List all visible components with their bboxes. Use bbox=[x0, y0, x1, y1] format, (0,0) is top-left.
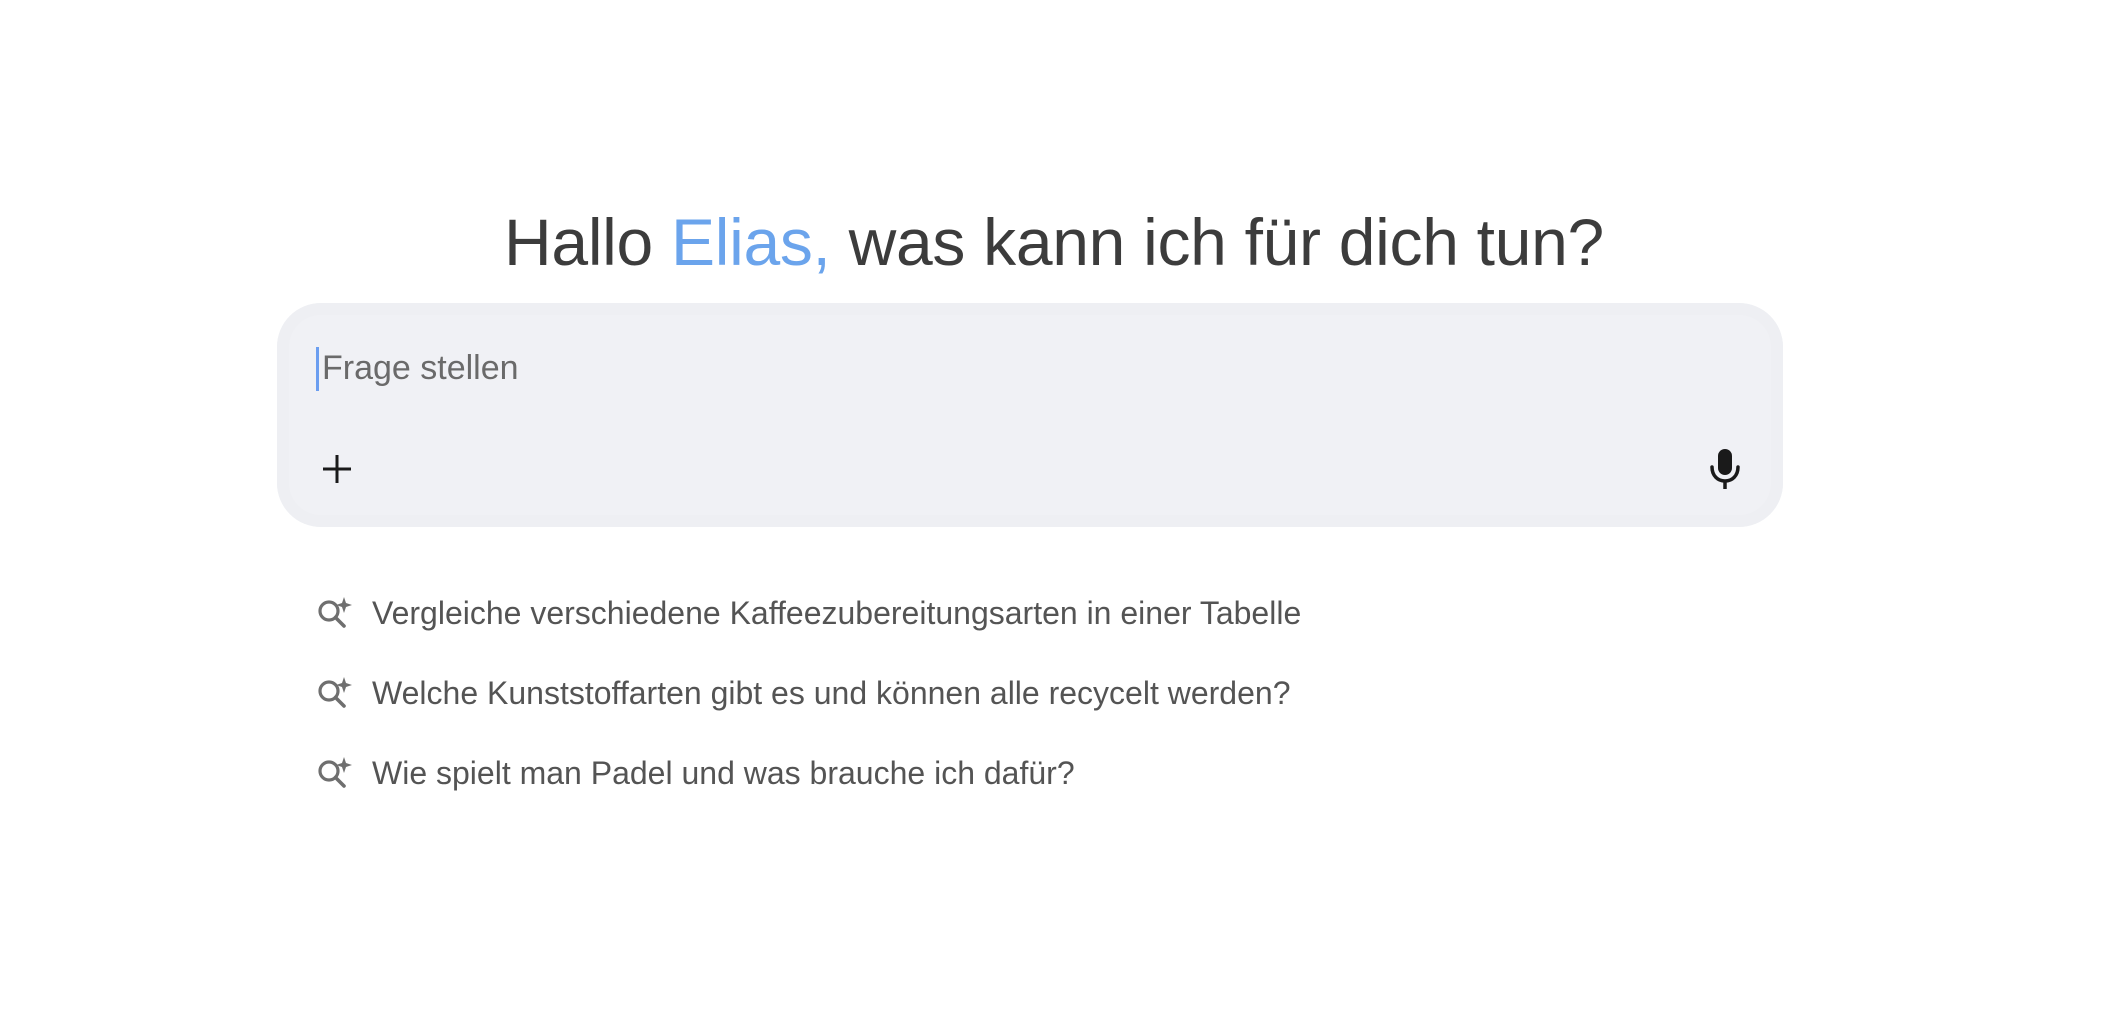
suggestion-text: Vergleiche verschiedene Kaffeezubereitun… bbox=[372, 594, 1302, 631]
prompt-composer bbox=[277, 303, 1783, 527]
search-sparkle-icon bbox=[314, 593, 354, 633]
suggestion-item[interactable]: Welche Kunststoffarten gibt es und könne… bbox=[314, 653, 1714, 733]
suggestion-text: Wie spielt man Padel und was brauche ich… bbox=[372, 754, 1075, 791]
search-sparkle-icon bbox=[314, 753, 354, 793]
greeting-prefix: Hallo bbox=[504, 205, 671, 280]
voice-input-button[interactable] bbox=[1695, 439, 1755, 499]
greeting-heading: Hallo Elias, was kann ich für dich tun? bbox=[0, 202, 2108, 282]
suggestion-item[interactable]: Vergleiche verschiedene Kaffeezubereitun… bbox=[314, 573, 1714, 653]
suggestion-list: Vergleiche verschiedene Kaffeezubereitun… bbox=[314, 573, 1714, 813]
plus-icon bbox=[323, 455, 351, 483]
page: Hallo Elias, was kann ich für dich tun? bbox=[0, 0, 2108, 1031]
add-attachment-button[interactable] bbox=[307, 439, 367, 499]
suggestion-item[interactable]: Wie spielt man Padel und was brauche ich… bbox=[314, 733, 1714, 813]
search-sparkle-icon bbox=[314, 673, 354, 713]
suggestion-text: Welche Kunststoffarten gibt es und könne… bbox=[372, 674, 1291, 711]
microphone-icon bbox=[1710, 449, 1740, 489]
prompt-input[interactable] bbox=[316, 343, 1722, 393]
greeting-suffix: was kann ich für dich tun? bbox=[830, 205, 1605, 280]
text-caret bbox=[316, 347, 319, 391]
greeting-user-name: Elias, bbox=[671, 205, 831, 280]
